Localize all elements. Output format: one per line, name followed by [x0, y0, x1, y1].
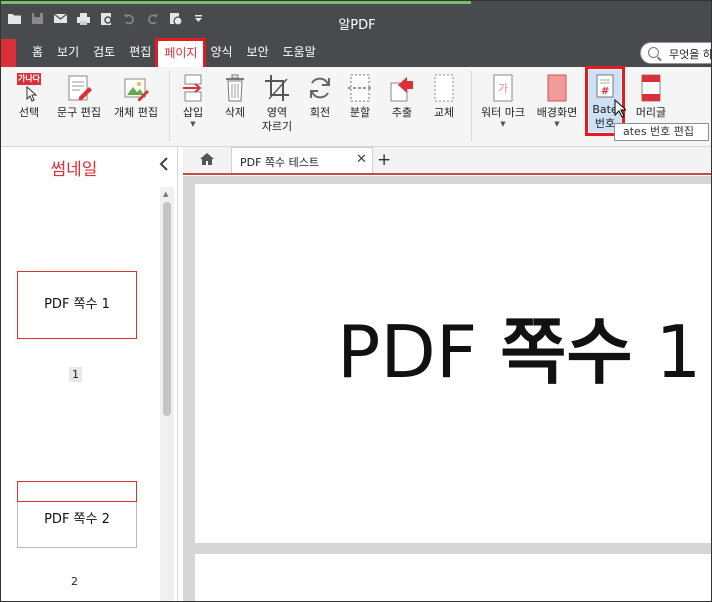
search-placeholder: 무엇을 하	[669, 48, 712, 61]
insert-dropdown-icon[interactable]: ▼	[177, 120, 209, 128]
add-tab-icon[interactable]: +	[377, 150, 391, 170]
scrollbar-thumb[interactable]	[163, 202, 171, 416]
header-icon	[637, 73, 665, 103]
menu-help[interactable]: 도움말	[276, 39, 323, 67]
header-button[interactable]: 머리글	[629, 69, 673, 120]
background-dropdown-icon[interactable]: ▼	[533, 120, 581, 128]
page-thumbnail-1[interactable]: PDF 쪽수 1	[17, 271, 137, 339]
collapse-panel-icon[interactable]	[159, 156, 169, 175]
background-button[interactable]: 배경화면 ▼	[533, 69, 581, 128]
crop-button[interactable]: 영역 자르기	[259, 69, 295, 134]
search-input[interactable]: 무엇을 하	[640, 42, 712, 64]
thumbnail-title: 썸네일	[50, 160, 98, 180]
insert-label: 삽입	[182, 106, 204, 119]
text-edit-label: 문구 편집	[57, 106, 101, 119]
page-thumbnail-2[interactable]: PDF 쪽수 2	[17, 481, 137, 548]
extract-icon	[388, 73, 416, 103]
watermark-icon: 가	[489, 73, 517, 103]
title-bar: 알PDF	[1, 1, 711, 39]
thumbnail-scrollbar[interactable]: ▲	[160, 187, 174, 601]
delete-button[interactable]: 삭제	[219, 69, 251, 120]
object-edit-label: 개체 편집	[114, 106, 158, 119]
document-page-1: PDF 쪽수 1	[195, 184, 711, 543]
text-edit-icon	[65, 73, 93, 103]
document-tab-bar: PDF 쪽수 테스트 ✕ +	[183, 147, 711, 175]
close-tab-icon[interactable]: ✕	[356, 152, 367, 167]
page-text-number: 1	[632, 310, 702, 394]
ribbon-separator	[169, 71, 170, 141]
text-edit-button[interactable]: 문구 편집	[53, 69, 105, 120]
page-thumbnail-2-label: PDF 쪽수 2	[44, 512, 110, 527]
ribbon-separator	[471, 71, 472, 141]
bates-tooltip: ates 번호 편집	[614, 123, 709, 141]
page-text-latin: PDF	[337, 310, 501, 394]
trash-icon	[221, 73, 249, 103]
menu-bar: 홈 보기 검토 편집 페이지 양식 보안 도움말	[1, 38, 711, 70]
home-icon[interactable]	[199, 152, 215, 170]
select-label: 선택	[18, 106, 40, 119]
watermark-button[interactable]: 가 워터 마크 ▼	[475, 69, 531, 128]
insert-page-icon	[179, 73, 207, 103]
menu-form[interactable]: 양식	[203, 39, 239, 67]
crop-icon	[263, 73, 291, 103]
menu-review[interactable]: 검토	[86, 39, 122, 67]
background-label: 배경화면	[536, 106, 578, 119]
menu-edit[interactable]: 편집	[122, 39, 158, 67]
menu-page[interactable]: 페이지	[155, 38, 207, 70]
mouse-cursor-icon	[614, 99, 626, 118]
object-edit-button[interactable]: 개체 편집	[109, 69, 163, 120]
page-content-text: PDF 쪽수 1	[337, 312, 701, 392]
watermark-label: 워터 마크	[481, 106, 525, 119]
menu-view[interactable]: 보기	[50, 39, 86, 67]
delete-label: 삭제	[224, 106, 246, 119]
app-window: 알PDF 홈 보기 검토 편집 페이지 양식 보안 도움말 무엇을 하 가나다 …	[0, 0, 712, 602]
split-label: 분할	[349, 106, 371, 119]
select-tool-icon: 가나다	[15, 73, 43, 103]
split-button[interactable]: 분할	[344, 69, 376, 120]
header-label: 머리글	[635, 106, 667, 119]
page-number-1: 1	[69, 367, 82, 382]
thumbnail-panel: 썸네일 ▲ PDF 쪽수 1 1 PDF 쪽수 2 2	[1, 147, 178, 601]
svg-text:가: 가	[498, 82, 508, 95]
window-title: 알PDF	[338, 18, 376, 33]
background-icon	[543, 73, 571, 103]
select-button[interactable]: 가나다 선택	[11, 69, 47, 120]
thumbnail-header: 썸네일	[1, 147, 178, 183]
page-number-2: 2	[71, 575, 78, 588]
crop-label: 영역 자르기	[259, 106, 295, 134]
replace-label: 교체	[433, 106, 455, 119]
menu-security[interactable]: 보안	[240, 39, 276, 67]
document-tab-title: PDF 쪽수 테스트	[240, 156, 320, 169]
insert-button[interactable]: 삽입 ▼	[177, 69, 209, 128]
title-accent-line	[1, 1, 471, 4]
document-page-2	[195, 554, 711, 601]
thumbnail-selection-bar	[17, 481, 137, 502]
rotate-label: 회전	[309, 106, 331, 119]
menu-home[interactable]: 홈	[25, 39, 50, 67]
crop-label-line2: 자르기	[261, 120, 293, 133]
object-edit-icon	[122, 73, 150, 103]
watermark-dropdown-icon[interactable]: ▼	[475, 120, 531, 128]
menu-accent	[1, 39, 16, 67]
menu-tabs: 홈 보기 검토 편집 페이지 양식 보안 도움말	[25, 38, 323, 70]
rotate-icon	[306, 73, 334, 103]
select-badge: 가나다	[17, 73, 41, 85]
rotate-button[interactable]: 회전	[304, 69, 336, 120]
scroll-up-icon[interactable]: ▲	[163, 190, 168, 198]
document-canvas[interactable]: PDF 쪽수 1	[183, 176, 711, 601]
replace-button[interactable]: 교체	[428, 69, 460, 120]
extract-button[interactable]: 추출	[386, 69, 418, 120]
document-tab[interactable]: PDF 쪽수 테스트 ✕	[231, 147, 373, 173]
crop-label-line1: 영역	[266, 106, 288, 119]
split-icon	[346, 73, 374, 103]
extract-label: 추출	[391, 106, 413, 119]
page-text-korean: 쪽수	[500, 310, 633, 394]
search-icon	[648, 47, 659, 58]
replace-icon	[430, 73, 458, 103]
